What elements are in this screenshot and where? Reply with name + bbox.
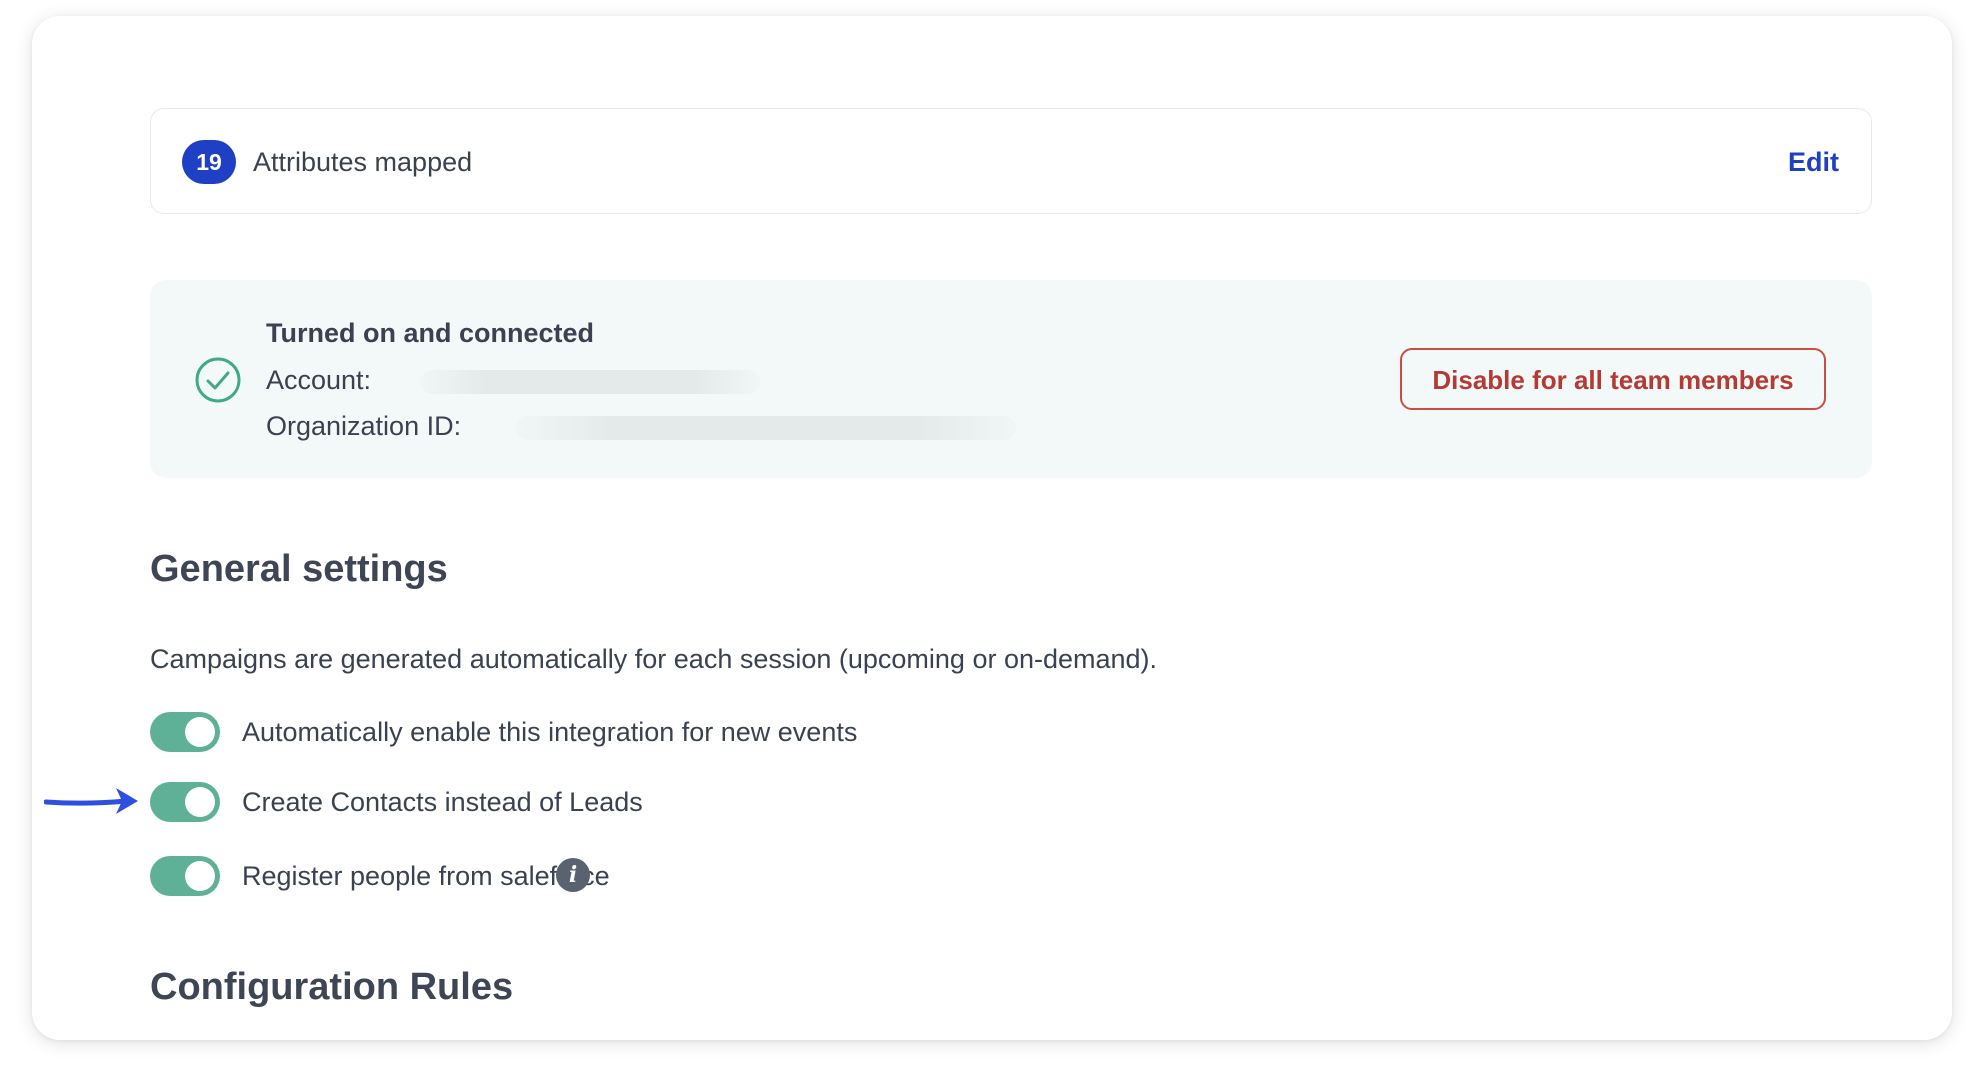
create-contacts-toggle[interactable] (150, 782, 220, 822)
account-value-redacted (420, 370, 760, 394)
page-canvas: 19 Attributes mapped Edit Turned on and … (0, 0, 1984, 1088)
attributes-mapped-label: Attributes mapped (253, 147, 473, 177)
toggle-knob (185, 861, 215, 891)
connection-status-panel: Turned on and connected Account: Organiz… (150, 280, 1872, 478)
annotation-arrow-icon (44, 788, 138, 814)
toggle-knob (185, 787, 215, 817)
toggle-knob (185, 717, 215, 747)
general-settings-description: Campaigns are generated automatically fo… (150, 644, 1158, 674)
integration-settings-card: 19 Attributes mapped Edit Turned on and … (32, 16, 1952, 1040)
connection-status-title: Turned on and connected (266, 318, 595, 348)
check-circle-icon (195, 357, 241, 403)
attributes-mapped-row: 19 Attributes mapped Edit (150, 108, 1872, 214)
auto-enable-label: Automatically enable this integration fo… (242, 717, 858, 747)
info-icon[interactable]: i (556, 858, 590, 892)
configuration-rules-title: Configuration Rules (150, 966, 514, 1008)
attributes-count-badge: 19 (182, 140, 236, 184)
edit-attributes-link[interactable]: Edit (1788, 145, 1839, 179)
register-people-label: Register people from saleforce (242, 861, 610, 891)
create-contacts-label: Create Contacts instead of Leads (242, 787, 643, 817)
organization-id-label: Organization ID: (266, 411, 462, 441)
account-label: Account: (266, 365, 372, 395)
organization-id-value-redacted (516, 416, 1016, 440)
general-settings-title: General settings (150, 548, 448, 590)
auto-enable-toggle[interactable] (150, 712, 220, 752)
register-people-toggle[interactable] (150, 856, 220, 896)
disable-for-all-button[interactable]: Disable for all team members (1400, 348, 1826, 410)
